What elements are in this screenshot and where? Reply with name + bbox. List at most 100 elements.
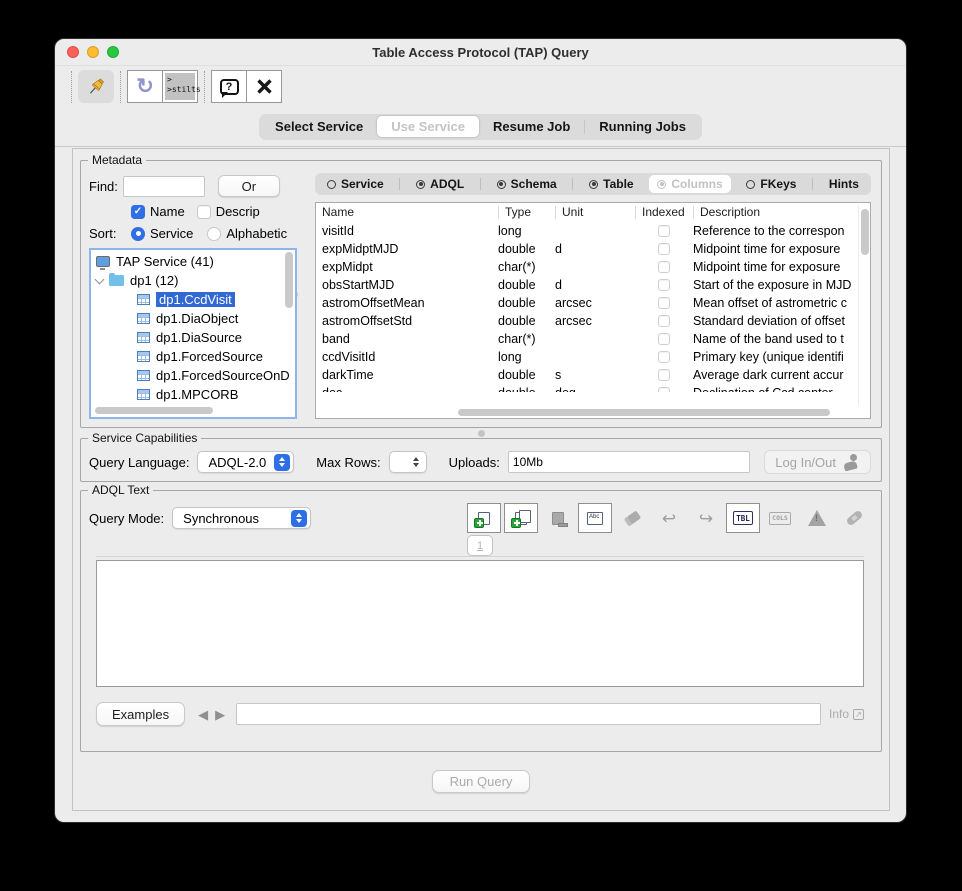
scrollbar-thumb[interactable] [861,209,869,255]
add-tab-button[interactable] [467,503,501,533]
view-tab-service[interactable]: Service [319,175,392,193]
view-tab-columns[interactable]: Columns [649,175,730,193]
tab-use-service[interactable]: Use Service [377,116,479,137]
sort-service-radio[interactable] [131,227,145,241]
sort-alphabetic-radio[interactable] [207,227,221,241]
sort-service-radio-group[interactable]: Service [131,226,193,241]
reload-button[interactable]: ↻ [127,70,163,103]
descrip-checkbox[interactable] [197,205,211,219]
insert-table-button[interactable]: TBL [726,503,760,533]
table-row[interactable]: obsStartMJD double d Start of the exposu… [322,276,858,294]
examples-button[interactable]: Examples [96,702,185,726]
table-row[interactable]: visitId long Reference to the correspon [322,222,858,240]
view-tab-schema[interactable]: Schema [489,175,565,193]
editor-tab-1[interactable]: 1 [467,535,493,556]
remove-tab-button[interactable] [541,503,575,533]
uploads-input[interactable] [508,451,750,473]
copy-tab-button[interactable] [504,503,538,533]
insert-columns-button[interactable]: COLS [763,503,797,533]
tree-item-table-selected[interactable]: dp1.CcdVisit [91,290,295,309]
reload-icon: ↻ [136,76,154,97]
indexed-checkbox[interactable] [658,225,670,237]
next-example-button[interactable]: ▶ [215,708,225,721]
table-row[interactable]: astromOffsetStd double arcsec Standard d… [322,312,858,330]
indexed-checkbox[interactable] [658,333,670,345]
tree-item-table[interactable]: dp1.ForcedSource [91,347,295,366]
pin-window-button[interactable] [78,70,114,103]
table-vertical-scrollbar[interactable] [858,205,869,405]
indexed-checkbox[interactable] [658,297,670,309]
close-button[interactable] [246,70,282,103]
header-unit[interactable]: Unit [555,206,635,219]
tree-horizontal-scrollbar[interactable] [93,406,283,415]
view-tab-adql[interactable]: ADQL [408,175,472,193]
cell-description: Mean offset of astrometric c [693,296,858,310]
table-horizontal-scrollbar[interactable] [318,408,857,417]
table-row[interactable]: astromOffsetMean double arcsec Mean offs… [322,294,858,312]
table-row[interactable]: darkTime double s Average dark current a… [322,366,858,384]
login-button-label: Log In/Out [775,455,836,470]
rename-tab-button[interactable]: Abc [578,503,612,533]
name-checkbox[interactable]: ✓ [131,205,145,219]
view-tab-table[interactable]: Table [581,175,641,193]
indexed-checkbox[interactable] [658,279,670,291]
parse-error-button[interactable] [800,503,834,533]
tree-item-table[interactable]: dp1.DiaObject [91,309,295,328]
tree-item-dp1-schema[interactable]: dp1 (12) [91,271,295,290]
tree-item-table[interactable]: dp1.MPCORB [91,385,295,404]
header-indexed[interactable]: Indexed [635,206,693,219]
descrip-checkbox-group[interactable]: Descrip [197,204,260,219]
help-button[interactable]: ? [211,70,247,103]
radio-icon [497,180,506,189]
chevron-down-icon[interactable] [95,274,105,284]
header-name[interactable]: Name [322,206,498,219]
indexed-checkbox[interactable] [658,369,670,381]
view-tab-hints[interactable]: Hints [821,175,867,193]
table-row[interactable]: expMidptMJD double d Midpoint time for e… [322,240,858,258]
tab-select-service[interactable]: Select Service [261,116,377,137]
tab-resume-job[interactable]: Resume Job [479,116,584,137]
or-button[interactable]: Or [218,175,280,197]
stilts-button[interactable]: >>stilts [162,70,198,103]
fix-text-button[interactable] [837,503,871,533]
indexed-checkbox[interactable] [658,261,670,273]
table-row[interactable]: dec double deg Declination of Ccd center… [322,384,858,392]
indexed-checkbox[interactable] [658,387,670,392]
query-language-select[interactable]: ADQL-2.0 [197,451,294,473]
scrollbar-thumb[interactable] [285,252,293,308]
redo-button[interactable]: ↪ [689,503,723,533]
clear-text-button[interactable] [615,503,649,533]
split-handle[interactable] [478,430,485,437]
tree-item-table[interactable]: dp1.DiaSource [91,328,295,347]
tab-running-jobs[interactable]: Running Jobs [585,116,700,137]
undo-button[interactable]: ↩ [652,503,686,533]
example-info-link[interactable]: Info ↗ [829,707,864,721]
adql-editor[interactable] [96,560,864,687]
find-input[interactable] [123,176,205,197]
header-type[interactable]: Type [498,206,555,219]
table-row[interactable]: band char(*) Name of the band used to t [322,330,858,348]
tree-vertical-scrollbar[interactable] [284,252,293,405]
view-tab-label: FKeys [760,177,796,191]
table-row[interactable]: expMidpt char(*) Midpoint time for expos… [322,258,858,276]
max-rows-select[interactable] [389,451,427,473]
indexed-checkbox[interactable] [658,315,670,327]
example-name-input[interactable] [236,703,821,725]
indexed-checkbox[interactable] [658,351,670,363]
previous-example-button[interactable]: ◀ [198,708,208,721]
run-query-button[interactable]: Run Query [432,770,531,793]
table-row[interactable]: ccdVisitId long Primary key (unique iden… [322,348,858,366]
scrollbar-thumb[interactable] [95,407,213,414]
tree-item-tap-service[interactable]: TAP Service (41) [91,252,295,271]
cell-indexed [635,297,693,309]
scrollbar-thumb[interactable] [458,409,830,416]
info-label: Info [829,707,849,721]
tree-item-table[interactable]: dp1.ForcedSourceOnD [91,366,295,385]
query-mode-select[interactable]: Synchronous [172,507,311,529]
login-button[interactable]: Log In/Out [764,450,871,474]
indexed-checkbox[interactable] [658,243,670,255]
sort-alphabetic-radio-group[interactable]: Alphabetic [207,226,287,241]
name-checkbox-group[interactable]: ✓Name [131,204,185,219]
view-tab-fkeys[interactable]: FKeys [738,175,804,193]
header-description[interactable]: Description [693,206,858,219]
